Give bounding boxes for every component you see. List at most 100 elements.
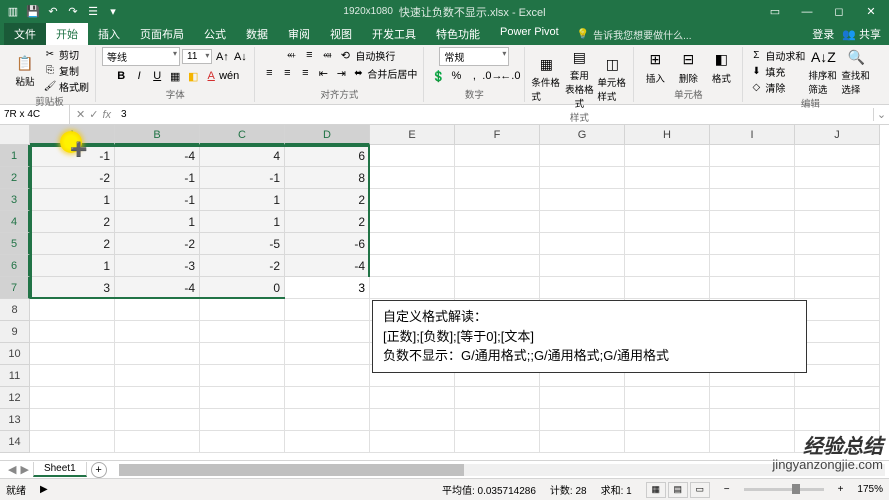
cell-J12[interactable]: [795, 387, 880, 409]
orientation-button[interactable]: ⟲: [337, 47, 353, 63]
cell-D8[interactable]: [285, 299, 370, 321]
cell-A9[interactable]: [30, 321, 115, 343]
cell-H4[interactable]: [625, 211, 710, 233]
cell-A5[interactable]: 2: [30, 233, 115, 255]
cell-J1[interactable]: [795, 145, 880, 167]
cell-A10[interactable]: [30, 343, 115, 365]
increase-decimal-button[interactable]: .0→: [484, 68, 500, 84]
cell-D11[interactable]: [285, 365, 370, 387]
cell-C1[interactable]: 4: [200, 145, 285, 167]
cell-G5[interactable]: [540, 233, 625, 255]
row-header-6[interactable]: 6: [0, 255, 30, 277]
page-layout-view-button[interactable]: ▤: [668, 482, 688, 498]
column-header-H[interactable]: H: [625, 125, 710, 145]
sort-filter-button[interactable]: A↓Z排序和筛选: [808, 47, 838, 96]
annotation-textbox[interactable]: 自定义格式解读： [正数];[负数];[等于0];[文本] 负数不显示：G/通用…: [372, 300, 807, 373]
column-header-D[interactable]: D: [285, 125, 370, 145]
cell-J4[interactable]: [795, 211, 880, 233]
cell-I5[interactable]: [710, 233, 795, 255]
row-header-10[interactable]: 10: [0, 343, 30, 365]
conditional-format-button[interactable]: ▦条件格式: [531, 54, 561, 103]
decrease-decimal-button[interactable]: ←.0: [502, 68, 518, 84]
row-header-2[interactable]: 2: [0, 167, 30, 189]
cell-A8[interactable]: [30, 299, 115, 321]
cell-B3[interactable]: -1: [115, 189, 200, 211]
ribbon-tab-视图[interactable]: 视图: [320, 23, 362, 45]
column-header-J[interactable]: J: [795, 125, 880, 145]
cell-I2[interactable]: [710, 167, 795, 189]
row-header-8[interactable]: 8: [0, 299, 30, 321]
cell-H3[interactable]: [625, 189, 710, 211]
cell-A1[interactable]: -1: [30, 145, 115, 167]
format-table-button[interactable]: ▤套用 表格格式: [564, 47, 594, 110]
ribbon-tab-文件[interactable]: 文件: [4, 23, 46, 45]
cell-A2[interactable]: -2: [30, 167, 115, 189]
worksheet-grid[interactable]: ABCDEFGHIJ 1234567891011121314 -1-446-2-…: [0, 125, 889, 458]
cell-D14[interactable]: [285, 431, 370, 453]
row-header-7[interactable]: 7: [0, 277, 30, 299]
cell-H12[interactable]: [625, 387, 710, 409]
cell-B7[interactable]: -4: [115, 277, 200, 299]
align-middle-button[interactable]: ≡: [301, 47, 317, 63]
cell-styles-button[interactable]: ◫单元格样式: [597, 54, 627, 103]
ribbon-tab-页面布局[interactable]: 页面布局: [130, 23, 194, 45]
fx-icon[interactable]: fx: [102, 109, 111, 121]
number-format-select[interactable]: 常规: [439, 47, 509, 66]
cell-D4[interactable]: 2: [285, 211, 370, 233]
cell-H2[interactable]: [625, 167, 710, 189]
cell-C10[interactable]: [200, 343, 285, 365]
cell-B4[interactable]: 1: [115, 211, 200, 233]
row-header-9[interactable]: 9: [0, 321, 30, 343]
cell-E14[interactable]: [370, 431, 455, 453]
cell-F12[interactable]: [455, 387, 540, 409]
column-header-I[interactable]: I: [710, 125, 795, 145]
touch-mode-icon[interactable]: ☰: [84, 3, 102, 21]
delete-cells-button[interactable]: ⊟删除: [673, 50, 703, 85]
cell-J7[interactable]: [795, 277, 880, 299]
cell-C14[interactable]: [200, 431, 285, 453]
row-header-14[interactable]: 14: [0, 431, 30, 453]
cell-C2[interactable]: -1: [200, 167, 285, 189]
zoom-slider[interactable]: [744, 488, 824, 491]
align-top-button[interactable]: ⬴: [283, 47, 299, 63]
normal-view-button[interactable]: ▦: [646, 482, 666, 498]
cell-E3[interactable]: [370, 189, 455, 211]
column-header-E[interactable]: E: [370, 125, 455, 145]
row-header-13[interactable]: 13: [0, 409, 30, 431]
cell-C3[interactable]: 1: [200, 189, 285, 211]
font-size-select[interactable]: 11: [182, 49, 212, 64]
cell-I1[interactable]: [710, 145, 795, 167]
cell-G2[interactable]: [540, 167, 625, 189]
cell-D13[interactable]: [285, 409, 370, 431]
cell-C13[interactable]: [200, 409, 285, 431]
bold-button[interactable]: B: [113, 68, 129, 84]
cell-E4[interactable]: [370, 211, 455, 233]
format-painter-button[interactable]: 🖌格式刷: [43, 79, 89, 94]
fill-button[interactable]: ⬇填充: [749, 64, 805, 79]
cell-G1[interactable]: [540, 145, 625, 167]
cell-B1[interactable]: -4: [115, 145, 200, 167]
ribbon-tab-Power Pivot[interactable]: Power Pivot: [490, 23, 569, 45]
cell-B13[interactable]: [115, 409, 200, 431]
cell-I4[interactable]: [710, 211, 795, 233]
cell-D1[interactable]: 6: [285, 145, 370, 167]
row-header-3[interactable]: 3: [0, 189, 30, 211]
minimize-button[interactable]: —: [793, 3, 821, 21]
zoom-slider-thumb[interactable]: [792, 484, 800, 494]
font-name-select[interactable]: 等线: [102, 47, 180, 66]
redo-icon[interactable]: ↷: [64, 3, 82, 21]
cell-H13[interactable]: [625, 409, 710, 431]
cut-button[interactable]: ✂剪切: [43, 47, 89, 62]
cell-D7[interactable]: 3: [285, 277, 370, 299]
save-icon[interactable]: 💾: [24, 3, 42, 21]
cell-F1[interactable]: [455, 145, 540, 167]
cell-I12[interactable]: [710, 387, 795, 409]
copy-button[interactable]: ⎘复制: [43, 63, 89, 78]
new-sheet-button[interactable]: +: [91, 462, 107, 478]
cell-B12[interactable]: [115, 387, 200, 409]
share-button[interactable]: 👥 共享: [842, 26, 881, 42]
ribbon-tab-特色功能[interactable]: 特色功能: [426, 23, 490, 45]
percent-button[interactable]: %: [448, 68, 464, 84]
cell-E7[interactable]: [370, 277, 455, 299]
cell-F13[interactable]: [455, 409, 540, 431]
